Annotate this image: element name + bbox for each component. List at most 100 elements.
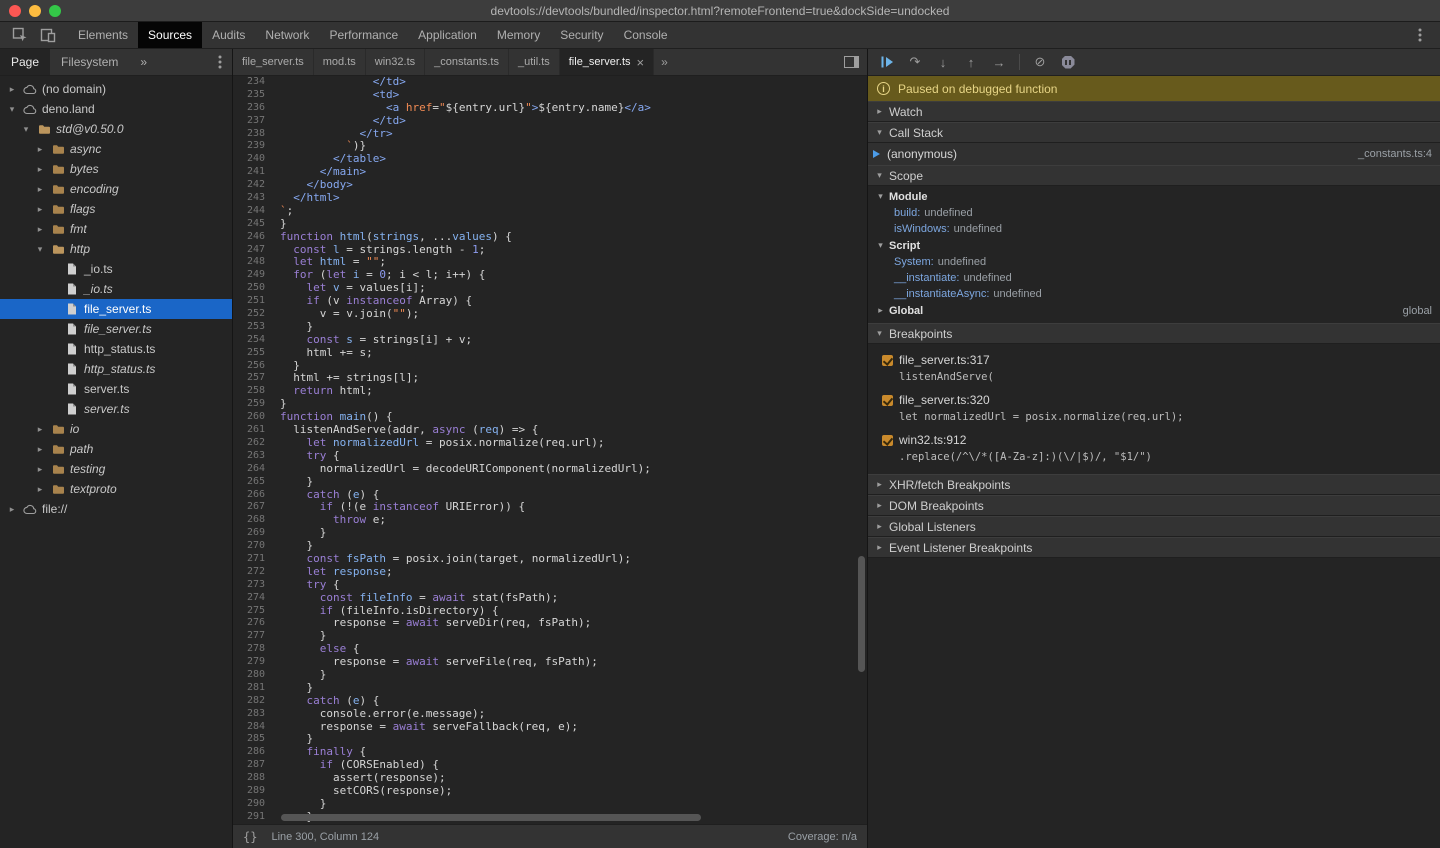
editor-tab-mod-ts[interactable]: mod.ts	[314, 49, 366, 75]
chevron-right-icon[interactable]: ▸	[34, 464, 46, 475]
line-number[interactable]: 254	[233, 334, 265, 347]
line-number[interactable]: 271	[233, 553, 265, 566]
tab-network[interactable]: Network	[255, 22, 319, 48]
line-number[interactable]: 250	[233, 282, 265, 295]
section-event-listener-breakpoints[interactable]: ▸Event Listener Breakpoints	[868, 537, 1440, 558]
tree-item-no-domain[interactable]: ▸(no domain)	[0, 79, 232, 99]
line-number[interactable]: 246	[233, 231, 265, 244]
line-number[interactable]: 237	[233, 115, 265, 128]
editor-tab-file-server-ts[interactable]: file_server.ts	[233, 49, 314, 75]
line-number[interactable]: 272	[233, 566, 265, 579]
pretty-print-icon[interactable]: {}	[243, 830, 257, 844]
line-number[interactable]: 275	[233, 605, 265, 618]
breakpoint-checkbox[interactable]	[882, 435, 893, 446]
line-number[interactable]: 285	[233, 733, 265, 746]
tab-memory[interactable]: Memory	[487, 22, 550, 48]
line-number[interactable]: 238	[233, 128, 265, 141]
tab-performance[interactable]: Performance	[319, 22, 408, 48]
breakpoint-item[interactable]: win32.ts:912.replace(/^\/*([A-Za-z]:)(\/…	[868, 428, 1440, 468]
editor-tab-win32-ts[interactable]: win32.ts	[366, 49, 425, 75]
kebab-menu-icon[interactable]	[1408, 24, 1432, 46]
tree-item-std-v0-50-0[interactable]: ▾std@v0.50.0	[0, 119, 232, 139]
line-number[interactable]: 255	[233, 347, 265, 360]
line-number[interactable]: 287	[233, 759, 265, 772]
line-number[interactable]: 278	[233, 643, 265, 656]
deactivate-breakpoints-icon[interactable]: ⊘	[1027, 51, 1053, 73]
line-number[interactable]: 267	[233, 501, 265, 514]
line-number[interactable]: 265	[233, 476, 265, 489]
horizontal-scrollbar-thumb[interactable]	[281, 814, 701, 821]
vertical-scrollbar-thumb[interactable]	[858, 556, 865, 672]
breakpoint-item[interactable]: file_server.ts:320let normalizedUrl = po…	[868, 388, 1440, 428]
step-into-icon[interactable]: ↓	[930, 51, 956, 73]
chevron-right-icon[interactable]: ▸	[6, 84, 18, 95]
breakpoint-snippet[interactable]: let normalizedUrl = posix.normalize(req.…	[868, 409, 1440, 426]
tree-file-server-ts[interactable]: server.ts	[0, 379, 232, 399]
tree-item-fmt[interactable]: ▸fmt	[0, 219, 232, 239]
line-number[interactable]: 257	[233, 372, 265, 385]
line-number[interactable]: 260	[233, 411, 265, 424]
sidebar-tab-filesystem[interactable]: Filesystem	[50, 49, 129, 75]
line-number[interactable]: 282	[233, 695, 265, 708]
line-number[interactable]: 256	[233, 360, 265, 373]
inspect-element-icon[interactable]	[8, 24, 32, 46]
scope-group-global[interactable]: ▸Globalglobal	[868, 302, 1440, 319]
tree-file-io-ts[interactable]: _io.ts	[0, 259, 232, 279]
code-editor[interactable]: 234 </td>235 <td>236 <a href="${entry.ur…	[233, 76, 867, 824]
tab-elements[interactable]: Elements	[68, 22, 138, 48]
tree-item-testing[interactable]: ▸testing	[0, 459, 232, 479]
line-number[interactable]: 240	[233, 153, 265, 166]
line-number[interactable]: 251	[233, 295, 265, 308]
scope-group-script[interactable]: ▾Script	[868, 237, 1440, 254]
call-stack-frame[interactable]: (anonymous)_constants.ts:4	[868, 143, 1440, 165]
device-toolbar-icon[interactable]	[36, 24, 60, 46]
line-number[interactable]: 261	[233, 424, 265, 437]
line-number[interactable]: 245	[233, 218, 265, 231]
tree-file-file-server-ts[interactable]: file_server.ts	[0, 319, 232, 339]
line-number[interactable]: 288	[233, 772, 265, 785]
line-number[interactable]: 248	[233, 256, 265, 269]
chevron-right-icon[interactable]: ▸	[34, 484, 46, 495]
chevron-right-icon[interactable]: ▸	[34, 144, 46, 155]
line-number[interactable]: 283	[233, 708, 265, 721]
line-number[interactable]: 242	[233, 179, 265, 192]
tree-file-io-ts[interactable]: _io.ts	[0, 279, 232, 299]
line-number[interactable]: 259	[233, 398, 265, 411]
line-number[interactable]: 239	[233, 140, 265, 153]
line-number[interactable]: 244	[233, 205, 265, 218]
line-number[interactable]: 277	[233, 630, 265, 643]
breakpoint-snippet[interactable]: .replace(/^\/*([A-Za-z]:)(\/|$)/, "$1/")	[868, 449, 1440, 466]
tree-file-http-status-ts[interactable]: http_status.ts	[0, 359, 232, 379]
editor-tab-util-ts[interactable]: _util.ts	[509, 49, 560, 75]
line-number[interactable]: 274	[233, 592, 265, 605]
chevron-right-icon[interactable]: ▸	[6, 504, 18, 515]
zoom-window-button[interactable]	[49, 5, 61, 17]
line-number[interactable]: 253	[233, 321, 265, 334]
line-number[interactable]: 247	[233, 244, 265, 257]
line-number[interactable]: 269	[233, 527, 265, 540]
line-number[interactable]: 235	[233, 89, 265, 102]
close-window-button[interactable]	[9, 5, 21, 17]
tree-file-file-server-ts[interactable]: file_server.ts	[0, 299, 232, 319]
tree-item-encoding[interactable]: ▸encoding	[0, 179, 232, 199]
tab-console[interactable]: Console	[614, 22, 678, 48]
breakpoint-snippet[interactable]: listenAndServe(	[868, 369, 1440, 386]
line-number[interactable]: 249	[233, 269, 265, 282]
sidebar-tab-item[interactable]: »	[129, 49, 158, 75]
line-number[interactable]: 234	[233, 76, 265, 89]
section-global-listeners[interactable]: ▸Global Listeners	[868, 516, 1440, 537]
tree-file-server-ts[interactable]: server.ts	[0, 399, 232, 419]
tree-item-file[interactable]: ▸file://	[0, 499, 232, 519]
tree-item-http[interactable]: ▾http	[0, 239, 232, 259]
tree-item-textproto[interactable]: ▸textproto	[0, 479, 232, 499]
step-icon[interactable]: →	[986, 51, 1012, 73]
panel-toggle-icon[interactable]	[836, 49, 867, 75]
section-dom-breakpoints[interactable]: ▸DOM Breakpoints	[868, 495, 1440, 516]
line-number[interactable]: 262	[233, 437, 265, 450]
sidebar-tab-page[interactable]: Page	[0, 49, 50, 75]
sidebar-kebab-menu-icon[interactable]	[208, 51, 232, 73]
chevron-down-icon[interactable]: ▾	[34, 244, 46, 255]
chevron-down-icon[interactable]: ▾	[6, 104, 18, 115]
minimize-window-button[interactable]	[29, 5, 41, 17]
tree-item-flags[interactable]: ▸flags	[0, 199, 232, 219]
